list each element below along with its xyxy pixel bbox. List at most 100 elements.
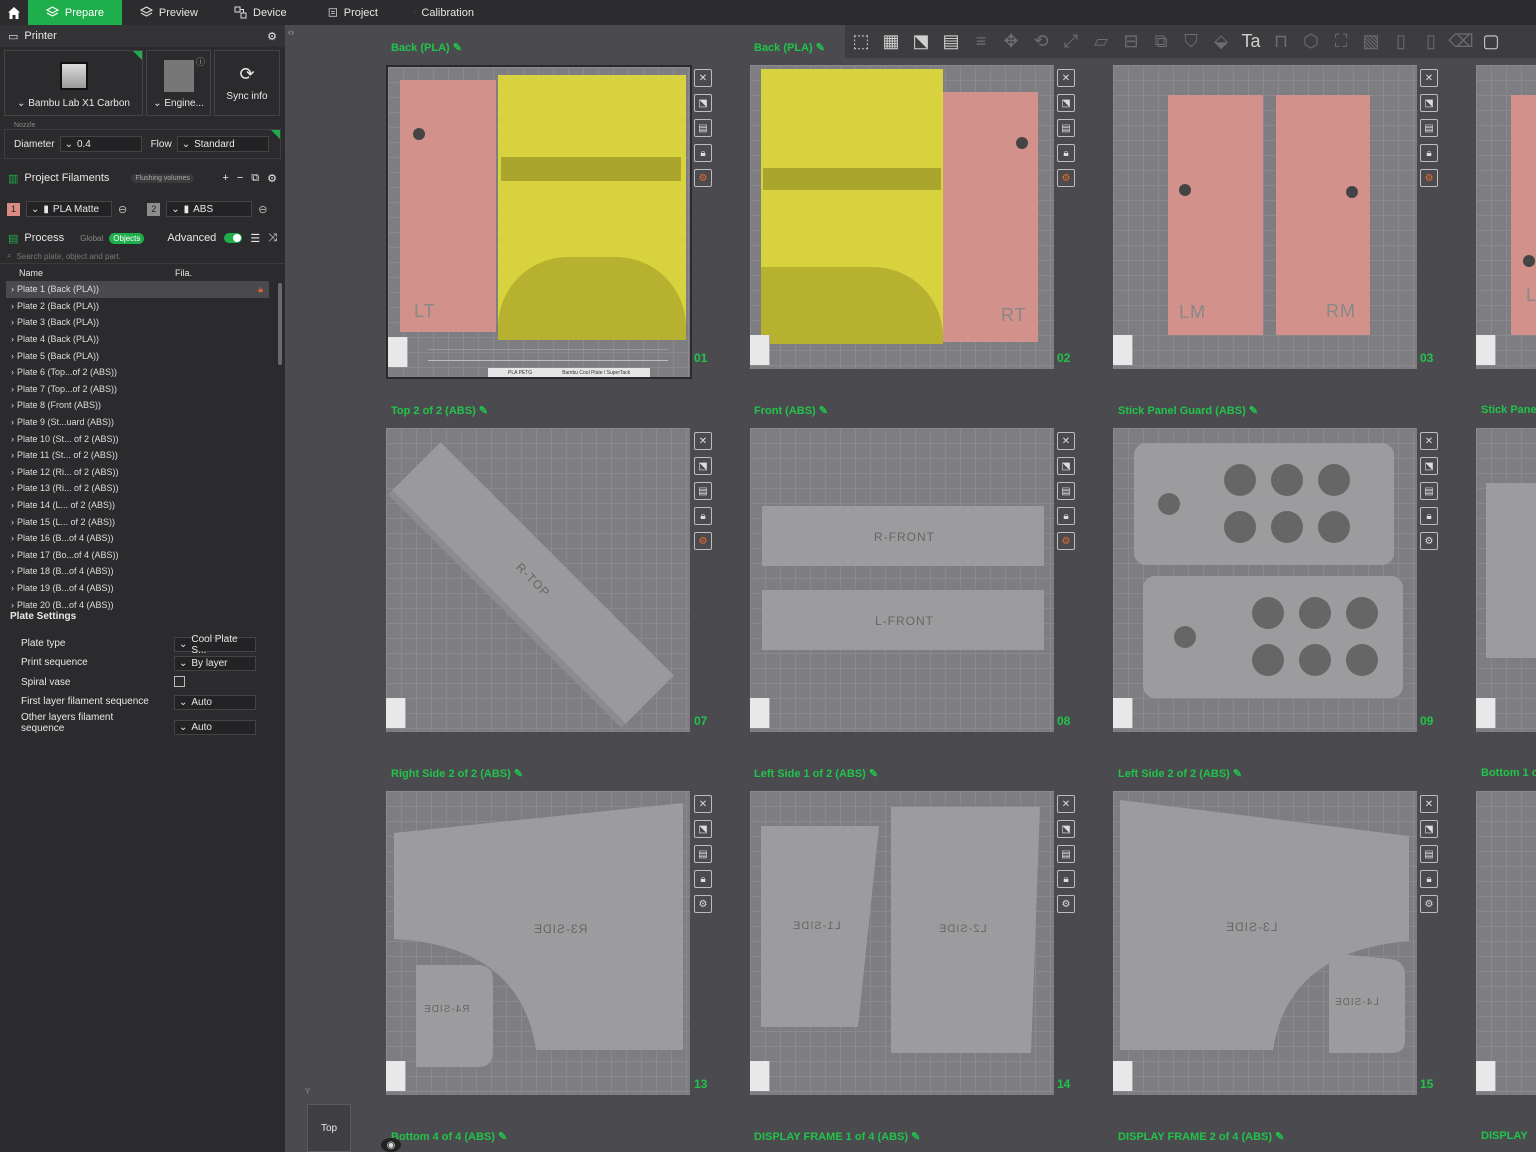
tab-project[interactable]: Project bbox=[310, 0, 396, 25]
plate-list-item[interactable]: › Plate 9 (St...uard (ABS)) bbox=[0, 414, 285, 431]
flushing-volumes-button[interactable]: Flushing volumes bbox=[131, 173, 194, 183]
move-icon[interactable]: ✥ bbox=[999, 30, 1023, 54]
plate-title-7[interactable]: Top 2 of 2 (ABS) ✎ bbox=[391, 404, 488, 417]
part-rm[interactable] bbox=[1276, 95, 1370, 335]
compare-icon[interactable]: ⤨ bbox=[268, 232, 277, 245]
eraser-icon[interactable]: ⌫ bbox=[1448, 30, 1473, 54]
chevron-right-icon[interactable]: › bbox=[11, 301, 14, 311]
plate-list-item[interactable]: › Plate 1 (Back (PLA)) 🔒︎ bbox=[6, 281, 269, 298]
plate-list-item[interactable]: › Plate 4 (Back (PLA)) bbox=[0, 331, 285, 348]
part-partial[interactable] bbox=[1486, 483, 1536, 658]
arrange-icon[interactable]: ▤ bbox=[1420, 845, 1438, 863]
print-sequence-select[interactable]: ⌄ By layer bbox=[174, 656, 256, 671]
chevron-right-icon[interactable]: › bbox=[11, 367, 14, 377]
settings-icon[interactable]: ⚙ bbox=[694, 169, 712, 187]
plate-list-item[interactable]: › Plate 18 (B...of 4 (ABS)) bbox=[0, 563, 285, 580]
part-lt[interactable] bbox=[400, 80, 496, 332]
plate-list-item[interactable]: › Plate 19 (B...of 4 (ABS)) bbox=[0, 580, 285, 597]
plate-list-item[interactable]: › Plate 14 (L... of 2 (ABS)) bbox=[0, 497, 285, 514]
edit-icon[interactable]: ✎ bbox=[1233, 768, 1242, 780]
tab-preview[interactable]: Preview bbox=[122, 0, 216, 25]
lock-icon[interactable]: 🔒︎ bbox=[1057, 507, 1075, 525]
plate-type-select[interactable]: ⌄ Cool Plate S... bbox=[174, 634, 256, 656]
close-icon[interactable]: ✕ bbox=[1057, 69, 1075, 87]
chevron-right-icon[interactable]: › bbox=[11, 517, 14, 527]
plate-list-item[interactable]: › Plate 15 (L... of 2 (ABS)) bbox=[0, 513, 285, 530]
plate-title-row4-2[interactable]: DISPLAY FRAME 1 of 4 (ABS) ✎ bbox=[754, 1130, 920, 1143]
plate-list-item[interactable]: › Plate 2 (Back (PLA)) bbox=[0, 298, 285, 315]
part-guard-top[interactable] bbox=[1134, 443, 1394, 565]
edit-icon[interactable]: ✎ bbox=[816, 42, 825, 54]
support-paint-icon[interactable]: ⛉ bbox=[1179, 30, 1203, 54]
plate-7[interactable]: R-TOP bbox=[386, 428, 690, 732]
plate-title-row4-1[interactable]: Bottom 4 of 4 (ABS) ✎ bbox=[391, 1130, 507, 1143]
settings-icon[interactable]: ⚙ bbox=[1420, 895, 1438, 913]
chevron-right-icon[interactable]: › bbox=[11, 284, 14, 294]
chevron-right-icon[interactable]: › bbox=[11, 351, 14, 361]
lock-icon[interactable]: 🔒︎ bbox=[258, 284, 263, 295]
auto-orient-icon[interactable]: ⬔ bbox=[909, 30, 933, 54]
orient-icon[interactable]: ⬔ bbox=[1420, 457, 1438, 475]
lock-icon[interactable]: 🔒︎ bbox=[1420, 507, 1438, 525]
plate-list-item[interactable]: › Plate 5 (Back (PLA)) bbox=[0, 347, 285, 364]
plate-3[interactable]: LM RM bbox=[1113, 65, 1417, 369]
orient-icon[interactable]: ⬔ bbox=[694, 820, 712, 838]
filament-1-swatch[interactable]: 1 bbox=[7, 202, 20, 216]
edit-icon[interactable]: ✎ bbox=[514, 768, 523, 780]
plate-list-item[interactable]: › Plate 8 (Front (ABS)) bbox=[0, 397, 285, 414]
view-cube-top[interactable]: Top bbox=[307, 1104, 351, 1152]
edit-icon[interactable]: ✎ bbox=[498, 1131, 507, 1143]
plate-title-row4-4[interactable]: DISPLAY bbox=[1481, 1130, 1528, 1142]
arrange-icon[interactable]: ▤ bbox=[1420, 482, 1438, 500]
plate-title-8[interactable]: Front (ABS) ✎ bbox=[754, 404, 828, 417]
printer-model-card[interactable]: ⌄ Bambu Lab X1 Carbon bbox=[4, 50, 143, 116]
chevron-right-icon[interactable]: › bbox=[11, 450, 14, 460]
close-icon[interactable]: ✕ bbox=[1420, 69, 1438, 87]
split-icon[interactable]: ≡ bbox=[969, 30, 993, 54]
filament-sync-icon[interactable]: ⧉ bbox=[251, 172, 259, 185]
edit-icon[interactable]: ✎ bbox=[1249, 405, 1258, 417]
chevron-right-icon[interactable]: › bbox=[11, 467, 14, 477]
orient-icon[interactable]: ⬔ bbox=[694, 94, 712, 112]
arrange-icon[interactable]: ▤ bbox=[694, 119, 712, 137]
add-filament-icon[interactable]: + bbox=[222, 172, 228, 184]
lock-icon[interactable]: 🔒︎ bbox=[694, 870, 712, 888]
lock-icon[interactable]: 🔒︎ bbox=[1420, 144, 1438, 162]
chevron-right-icon[interactable]: › bbox=[11, 483, 14, 493]
settings-icon[interactable]: ⚙ bbox=[1420, 532, 1438, 550]
close-icon[interactable]: ✕ bbox=[694, 69, 712, 87]
part-guard-bottom[interactable] bbox=[1143, 576, 1403, 698]
chevron-right-icon[interactable]: › bbox=[11, 533, 14, 543]
filament-2-swatch[interactable]: 2 bbox=[147, 202, 161, 216]
chevron-right-icon[interactable]: › bbox=[11, 434, 14, 444]
plate-2[interactable]: RT bbox=[750, 65, 1054, 369]
chevron-right-icon[interactable]: › bbox=[11, 550, 14, 560]
home-icon[interactable] bbox=[0, 0, 28, 25]
seam-paint-icon[interactable]: ⬙ bbox=[1209, 30, 1233, 54]
plate-10-partial[interactable] bbox=[1476, 428, 1536, 732]
edit-icon[interactable]: ✎ bbox=[869, 768, 878, 780]
plate-4-partial[interactable]: L bbox=[1476, 65, 1536, 369]
plate-list-item[interactable]: › Plate 16 (B...of 4 (ABS)) bbox=[0, 530, 285, 547]
settings-icon[interactable]: ⚙ bbox=[1420, 169, 1438, 187]
arrange-icon[interactable]: ▤ bbox=[694, 482, 712, 500]
chevron-right-icon[interactable]: › bbox=[11, 400, 14, 410]
settings-icon[interactable]: ⚙ bbox=[1057, 169, 1075, 187]
plate-title-row4-3[interactable]: DISPLAY FRAME 2 of 4 (ABS) ✎ bbox=[1118, 1130, 1284, 1143]
close-icon[interactable]: ✕ bbox=[694, 432, 712, 450]
search-bar[interactable]: ⌕ Search plate, object and part. bbox=[0, 249, 285, 264]
plate-list-item[interactable]: › Plate 20 (B...of 4 (ABS)) bbox=[0, 596, 285, 611]
close-icon[interactable]: ✕ bbox=[1057, 432, 1075, 450]
orient-icon[interactable]: ⬔ bbox=[1057, 94, 1075, 112]
tab-device[interactable]: Device bbox=[216, 0, 310, 25]
arrange-icon[interactable]: ▤ bbox=[1057, 482, 1075, 500]
plate-title-10[interactable]: Stick Pane bbox=[1481, 404, 1536, 416]
scale-icon[interactable]: ⤢ bbox=[1059, 30, 1083, 54]
paste-icon[interactable]: ▯ bbox=[1419, 30, 1443, 54]
settings-icon[interactable]: ⚙ bbox=[694, 895, 712, 913]
close-icon[interactable]: ✕ bbox=[1057, 795, 1075, 813]
add-plate-icon[interactable]: ▦ bbox=[879, 30, 903, 54]
settings-icon[interactable]: ⚙ bbox=[1057, 895, 1075, 913]
collapse-sidebar-icon[interactable]: ‹› bbox=[288, 27, 294, 37]
filament-1-remove-icon[interactable]: ⊖ bbox=[118, 203, 127, 216]
